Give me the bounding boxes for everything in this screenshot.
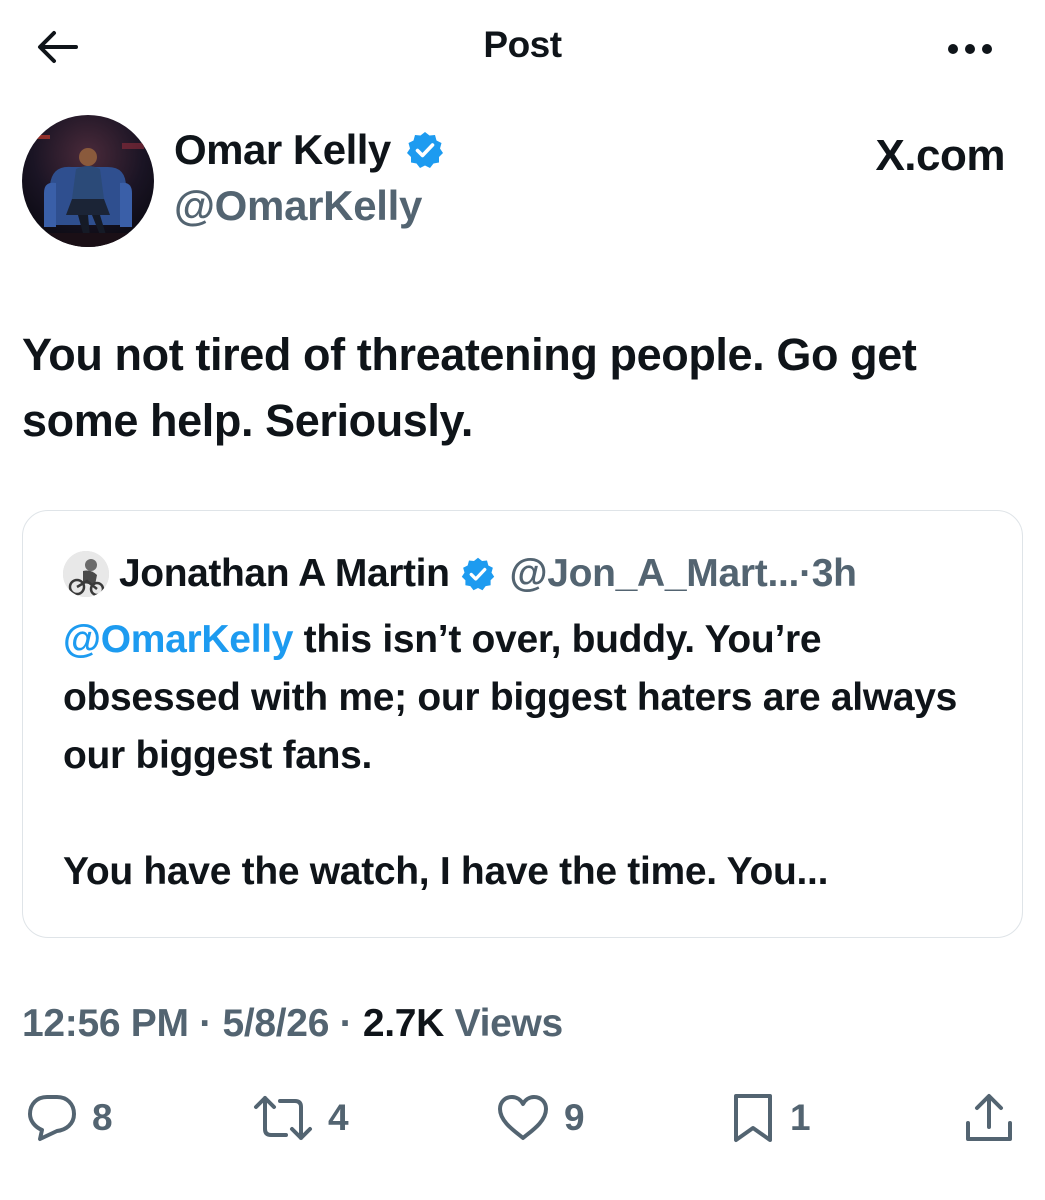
repost-count: 4 <box>328 1097 349 1138</box>
quoted-post-header: Jonathan A Martin @Jon_A_Mart...·3h <box>63 551 857 597</box>
quoted-text-part2: You have the watch, I have the time. You… <box>63 850 829 893</box>
reply-button[interactable]: 8 <box>26 1086 113 1150</box>
quoted-author-name: Jonathan A Martin <box>119 552 450 595</box>
quoted-author-handle: @Jon_A_Mart...·3h <box>510 552 857 596</box>
author-avatar[interactable] <box>22 115 154 247</box>
heart-icon <box>498 1095 548 1140</box>
reply-count: 8 <box>92 1097 113 1138</box>
post-time: 12:56 PM <box>22 1002 189 1045</box>
more-horizontal-icon <box>948 44 992 54</box>
action-bar: 8 4 9 1 <box>0 1086 1045 1150</box>
like-count: 9 <box>564 1097 585 1138</box>
bookmark-icon <box>734 1094 772 1142</box>
like-button[interactable]: 9 <box>496 1086 585 1150</box>
bookmark-count: 1 <box>790 1097 811 1138</box>
reply-icon <box>28 1095 76 1141</box>
post-meta: 12:56 PM · 5/8/26 · 2.7K Views <box>22 1002 563 1046</box>
verified-badge-icon <box>461 557 494 591</box>
share-button[interactable] <box>962 1086 1016 1150</box>
quoted-post-time: 3h <box>811 552 857 595</box>
page-title: Post <box>483 24 562 65</box>
repost-button[interactable]: 4 <box>252 1086 349 1150</box>
mention-link[interactable]: @OmarKelly <box>63 618 293 661</box>
author-name[interactable]: Omar Kelly <box>174 126 391 174</box>
views-label[interactable]: Views <box>444 1002 564 1045</box>
post-date: 5/8/26 <box>222 1002 330 1045</box>
author-name-row[interactable]: Omar Kelly <box>174 126 445 174</box>
share-icon <box>966 1094 1012 1141</box>
quoted-author-avatar <box>63 551 109 597</box>
post-text: You not tired of threatening people. Go … <box>22 329 917 446</box>
meta-separator: · <box>329 1002 363 1045</box>
views-count[interactable]: 2.7K <box>363 1002 444 1045</box>
more-button[interactable] <box>945 34 995 64</box>
quoted-post[interactable]: Jonathan A Martin @Jon_A_Mart...·3h @Oma… <box>22 510 1023 938</box>
quoted-post-text: @OmarKelly this isn’t over, buddy. You’r… <box>63 611 1003 901</box>
bookmark-button[interactable]: 1 <box>730 1086 811 1150</box>
post-detail-page: Post Omar Kelly @OmarKelly X.com You not… <box>0 0 1045 1200</box>
quoted-handle-text: @Jon_A_Mart... <box>509 552 800 595</box>
source-label: X.com <box>875 131 1005 180</box>
verified-badge-icon <box>406 132 443 168</box>
quoted-dot-separator: · <box>799 552 812 595</box>
repost-icon <box>254 1096 312 1140</box>
author-handle[interactable]: @OmarKelly <box>174 182 422 230</box>
meta-separator: · <box>188 1002 223 1045</box>
